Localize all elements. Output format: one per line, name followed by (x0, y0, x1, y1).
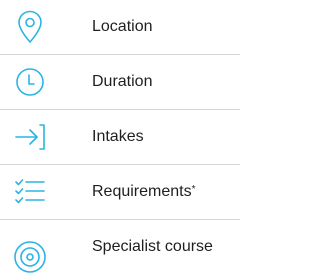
list-item-label: Location (92, 18, 153, 35)
arrow-into-bracket-icon (0, 110, 60, 164)
requirements-text: Requirements (92, 183, 192, 200)
clock-icon (0, 55, 60, 109)
list-item-label: Duration (92, 73, 153, 90)
list-item-label: Intakes (92, 128, 144, 145)
list-item-location: Location (0, 0, 240, 54)
list-item-duration: Duration (0, 55, 240, 109)
target-icon (0, 219, 60, 275)
list-item-label: Requirements* (92, 182, 196, 202)
location-pin-icon (0, 0, 60, 54)
checklist-icon (0, 165, 60, 219)
footnote-mark: * (191, 184, 196, 195)
list-item-requirements: Requirements* (0, 165, 240, 219)
list-item-label: Specialist course (92, 238, 213, 255)
list-item-specialist-course: Specialist course (0, 220, 240, 274)
list-item-intakes: Intakes (0, 110, 240, 164)
course-info-list: Location Duration Intakes Requirements* … (0, 0, 240, 276)
